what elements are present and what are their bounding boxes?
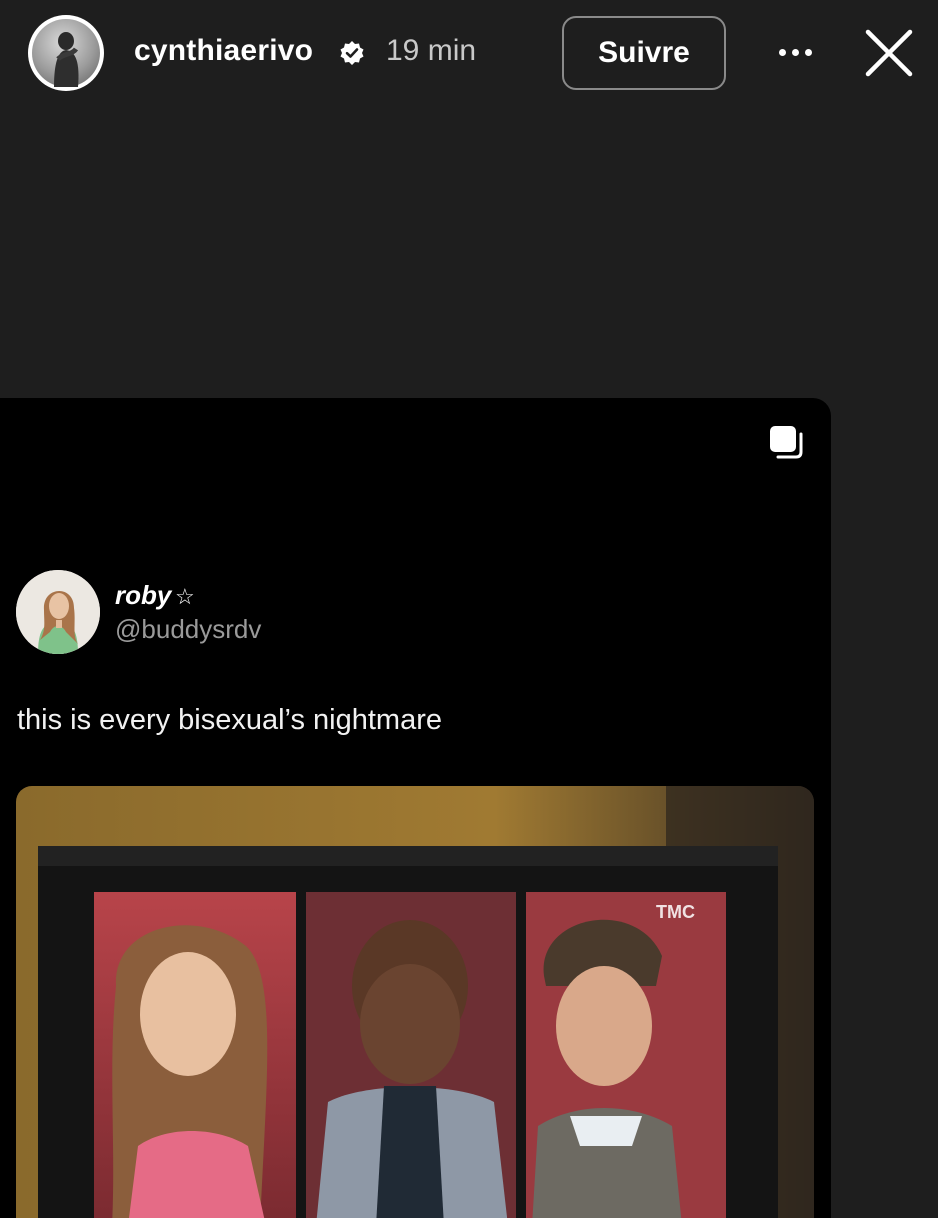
dot bbox=[778, 48, 786, 56]
story-author-avatar[interactable] bbox=[28, 15, 104, 91]
star-icon: ☆ bbox=[175, 584, 195, 609]
tweet-author-avatar[interactable] bbox=[16, 570, 100, 654]
dot bbox=[791, 48, 799, 56]
story-username[interactable]: cynthiaerivo bbox=[134, 34, 313, 68]
more-options-icon[interactable] bbox=[770, 32, 820, 72]
shared-post-card[interactable]: roby ☆ @buddysrdv this is every bisexual… bbox=[0, 398, 831, 1218]
avatar-photo bbox=[32, 19, 100, 87]
carousel-icon bbox=[770, 426, 803, 459]
verified-badge-icon bbox=[340, 41, 364, 65]
tv-channel-logo: TMC bbox=[656, 902, 695, 922]
tweet-text: this is every bisexual’s nightmare bbox=[17, 704, 442, 736]
follow-button[interactable]: Suivre bbox=[562, 16, 726, 90]
story-timestamp: 19 min bbox=[386, 34, 477, 67]
close-icon[interactable] bbox=[862, 26, 916, 80]
tweet-handle[interactable]: @buddysrdv bbox=[115, 614, 261, 645]
tweet-photo[interactable]: TMC bbox=[16, 786, 814, 1218]
tweet-display-name[interactable]: roby bbox=[115, 580, 171, 611]
dot bbox=[804, 48, 812, 56]
